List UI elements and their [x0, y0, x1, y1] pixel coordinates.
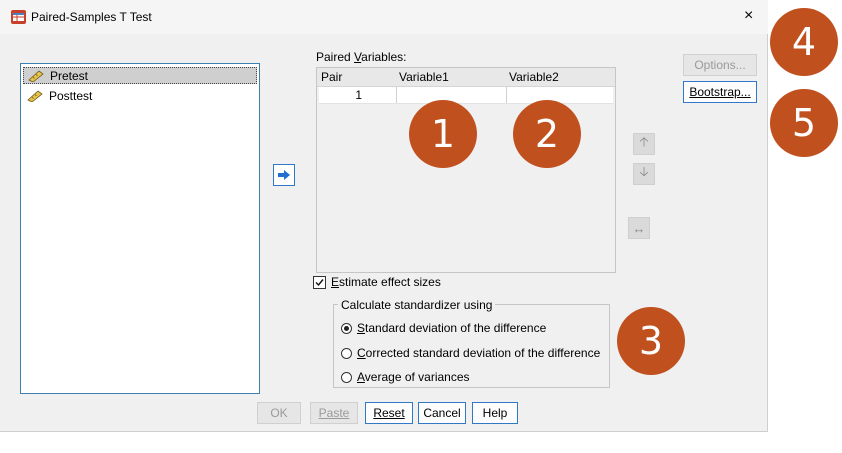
estimate-effect-sizes-checkbox-row[interactable]: Estimate effect sizes: [313, 275, 441, 289]
paired-variables-label: Paired Variables:: [316, 50, 407, 64]
move-up-button[interactable]: 🡡: [633, 133, 655, 155]
options-button[interactable]: Options...: [683, 54, 757, 76]
radio-standard-deviation[interactable]: Standard deviation of the difference: [341, 321, 546, 335]
annotation-badge-4: 4: [770, 8, 838, 76]
radio-average-of-variances[interactable]: Average of variances: [341, 370, 470, 384]
spss-app-icon: [11, 10, 26, 24]
ok-button[interactable]: OK: [257, 402, 301, 424]
radio-corrected-standard-deviation[interactable]: Corrected standard deviation of the diff…: [341, 346, 600, 360]
column-header-variable2: Variable2: [509, 70, 559, 84]
arrow-right-icon: [278, 170, 290, 180]
radio-button[interactable]: [341, 371, 352, 383]
cancel-button[interactable]: Cancel: [418, 402, 466, 424]
radio-label: Corrected standard deviation of the diff…: [357, 346, 601, 360]
estimate-effect-sizes-label: Estimate effect sizes: [331, 275, 441, 289]
checkmark-icon: [315, 278, 324, 286]
paste-button[interactable]: Paste: [310, 402, 358, 424]
window-title: Paired-Samples T Test: [31, 10, 152, 24]
reset-button[interactable]: Reset: [365, 402, 413, 424]
cell-pair: 1: [319, 87, 397, 103]
move-down-button[interactable]: 🡣: [633, 163, 655, 185]
title-bar: Paired-Samples T Test ×: [0, 0, 768, 34]
arrow-down-icon: 🡣: [639, 164, 649, 179]
paired-variables-grid[interactable]: Pair Variable1 Variable2 1: [316, 67, 616, 273]
table-row[interactable]: 1: [319, 87, 613, 104]
cell-variable2[interactable]: [507, 87, 613, 103]
annotation-badge-2: 2: [513, 100, 581, 168]
grid-header: Pair Variable1 Variable2: [317, 68, 615, 87]
radio-button[interactable]: [341, 322, 352, 334]
radio-label: Standard deviation of the difference: [357, 321, 547, 335]
list-item-pretest[interactable]: Pretest: [23, 67, 257, 84]
annotation-badge-1: 1: [409, 100, 477, 168]
list-item-posttest[interactable]: Posttest: [23, 87, 257, 104]
scale-ruler-icon: [27, 89, 43, 102]
annotation-badge-3: 3: [617, 307, 685, 375]
swap-pair-button[interactable]: ↔: [628, 217, 650, 239]
radio-button[interactable]: [341, 347, 352, 359]
swap-arrows-icon: ↔: [632, 220, 646, 236]
list-item-label: Pretest: [50, 68, 89, 83]
list-item-label: Posttest: [49, 88, 93, 103]
move-variable-button[interactable]: [273, 164, 295, 186]
standardizer-group-title: Calculate standardizer using: [338, 298, 496, 312]
bootstrap-button[interactable]: Bootstrap...: [683, 81, 757, 103]
column-header-variable1: Variable1: [399, 70, 449, 84]
estimate-effect-sizes-checkbox[interactable]: [313, 275, 326, 289]
source-variable-list[interactable]: Pretest Posttest: [20, 63, 260, 394]
arrow-up-icon: 🡡: [639, 134, 649, 149]
annotation-badge-5: 5: [770, 89, 838, 157]
help-button[interactable]: Help: [472, 402, 518, 424]
radio-label: Average of variances: [357, 370, 470, 384]
close-icon[interactable]: ×: [744, 8, 753, 24]
column-header-pair: Pair: [321, 70, 343, 84]
scale-ruler-icon: [28, 69, 44, 82]
